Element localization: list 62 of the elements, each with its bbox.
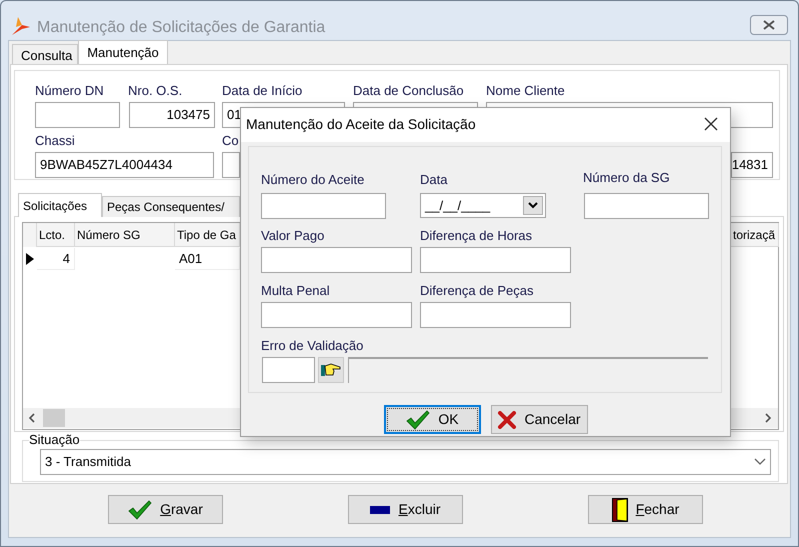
dropdown-button[interactable] xyxy=(523,196,543,215)
tab[interactable]: Peças Consequentes/ xyxy=(102,196,240,217)
input-field[interactable] xyxy=(420,247,571,273)
field-label: Diferença de Horas xyxy=(420,229,532,242)
field-label: Co xyxy=(222,134,239,147)
input-field[interactable] xyxy=(35,102,120,128)
field-label: Chassi xyxy=(35,134,75,147)
input-field[interactable]: 9BWAB45Z7L4004434 xyxy=(35,152,214,178)
input-field[interactable] xyxy=(261,193,386,219)
minus-icon xyxy=(370,506,390,514)
column-header[interactable]: Tipo de Ga xyxy=(175,223,240,247)
column-header[interactable]: Lcto. xyxy=(37,223,75,247)
field-label: Diferença de Peças xyxy=(420,284,534,297)
field-label: Data de Início xyxy=(222,84,302,97)
input-field[interactable] xyxy=(420,302,571,328)
close-button[interactable]: Fechar xyxy=(588,495,703,524)
input-field[interactable] xyxy=(262,357,315,383)
chevron-down-icon xyxy=(754,458,766,466)
chevron-down-icon xyxy=(528,202,538,209)
cancel-button[interactable]: Cancelar xyxy=(491,405,588,434)
field-label: Erro de Validação xyxy=(261,339,364,352)
field-label: Nome Cliente xyxy=(486,84,565,97)
delete-button[interactable]: Excluir xyxy=(348,495,463,524)
date-picker[interactable]: __/__/____ xyxy=(420,193,546,218)
tab[interactable]: Manutenção xyxy=(78,40,168,64)
cross-icon xyxy=(498,410,516,428)
scrollbar-thumb[interactable] xyxy=(43,409,65,427)
field-label: Multa Penal xyxy=(261,284,330,297)
group-label: Situação xyxy=(29,433,80,446)
tab[interactable]: Solicitações xyxy=(18,193,102,217)
checkmark-icon xyxy=(128,500,152,520)
scroll-right-icon[interactable] xyxy=(764,413,772,423)
field-label: Data xyxy=(420,173,448,186)
close-button[interactable] xyxy=(750,15,788,35)
field-label: Número do Aceite xyxy=(261,173,364,186)
close-icon xyxy=(704,117,718,131)
close-icon xyxy=(763,20,775,30)
ok-button[interactable]: OK xyxy=(384,405,481,434)
lookup-button[interactable] xyxy=(318,357,344,383)
field-label: Número da SG xyxy=(583,171,670,184)
input-field[interactable] xyxy=(261,247,412,273)
door-icon xyxy=(612,498,628,522)
input-field[interactable]: 14831 xyxy=(731,152,773,178)
dialog-title: Manutenção do Aceite da Solicitação xyxy=(246,117,476,131)
input-field[interactable] xyxy=(222,152,240,178)
save-button[interactable]: Gravar xyxy=(108,495,223,524)
field-label: Nro. O.S. xyxy=(128,84,182,97)
field-label: Número DN xyxy=(35,84,104,97)
column-header[interactable]: Número SG xyxy=(75,223,175,247)
window-title: Manutenção de Solicitações de Garantia xyxy=(37,18,326,38)
column-header[interactable]: torizaçã xyxy=(731,223,779,247)
input-field[interactable]: 103475 xyxy=(129,102,215,128)
pointing-hand-icon xyxy=(321,363,341,377)
input-field[interactable] xyxy=(261,302,412,328)
field-label: Valor Pago xyxy=(261,229,324,242)
field-label: Data de Conclusão xyxy=(353,84,464,97)
status-dropdown[interactable]: 3 - Transmitida xyxy=(40,449,771,475)
tab[interactable]: Consulta xyxy=(12,44,78,66)
table-cell: 4 xyxy=(37,248,75,270)
checkmark-icon xyxy=(406,410,430,430)
scroll-left-icon[interactable] xyxy=(28,413,36,423)
input-field[interactable] xyxy=(584,193,709,219)
